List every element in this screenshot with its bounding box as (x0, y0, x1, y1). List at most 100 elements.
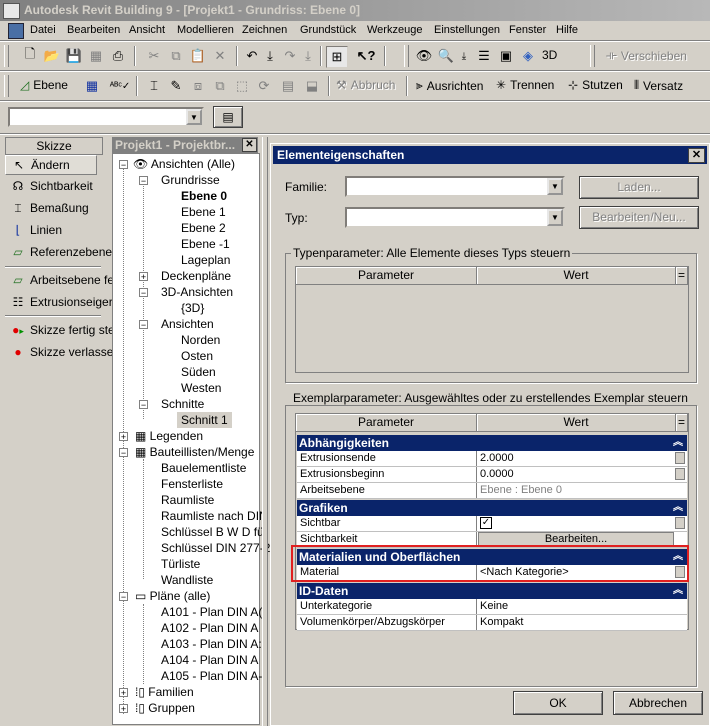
tree-node-osten[interactable]: Osten (181, 348, 213, 364)
load-button[interactable]: Laden... (579, 176, 699, 199)
visible-checkbox[interactable]: ✓ (480, 517, 492, 529)
tree-node-lageplan[interactable]: Lageplan (181, 252, 230, 268)
menu-werkzeuge[interactable]: Werkzeuge (367, 21, 422, 40)
view-eye-icon[interactable]: 👁 (414, 46, 434, 66)
group-icon[interactable]: ▤ (278, 76, 298, 96)
formula-column-header[interactable]: = (676, 267, 688, 285)
collapse-icon[interactable]: − (139, 320, 148, 330)
tree-node-schedule[interactable]: Türliste (161, 556, 200, 572)
zoom-icon[interactable]: 🔍 (436, 46, 456, 66)
collapse-chevron-icon[interactable]: ︽ (673, 435, 683, 451)
paste-icon[interactable]: 📋 (188, 46, 208, 66)
spellcheck-icon[interactable]: ᴬᴮᶜ✓ (110, 76, 131, 96)
tree-node-westen[interactable]: Westen (181, 380, 221, 396)
property-row[interactable]: Extrusionsende 2.0000 (297, 451, 687, 467)
collapse-icon[interactable]: − (119, 448, 128, 458)
category-id-data[interactable]: ID-Daten ︽ (297, 583, 687, 599)
cut-icon[interactable]: ✂ (144, 46, 164, 66)
category-constraints[interactable]: Abhängigkeiten ︽ (297, 435, 687, 451)
tree-node-sheet[interactable]: A102 - Plan DIN A (161, 620, 258, 636)
redo-dropdown-icon[interactable]: ⤓ (298, 46, 318, 66)
zoom-dropdown-icon[interactable]: ⤓ (454, 46, 474, 66)
tree-node-schedule[interactable]: Raumliste nach DIN (161, 508, 268, 524)
save-icon[interactable]: 💾 (64, 46, 84, 66)
property-value[interactable]: Keine (480, 599, 508, 614)
ok-button[interactable]: OK (513, 691, 603, 715)
expand-icon[interactable]: + (119, 704, 128, 714)
split-button[interactable]: ✳ Trennen (496, 78, 554, 92)
type-combo[interactable]: ▼ (345, 207, 565, 228)
tree-node-sheet[interactable]: A105 - Plan DIN A- (161, 668, 262, 684)
tree-node-sheet[interactable]: A103 - Plan DIN A: (161, 636, 262, 652)
tree-node-schedule[interactable]: Fensterliste (161, 476, 223, 492)
tree-node-ebene-2[interactable]: Ebene 2 (181, 220, 226, 236)
sketch-visibility-item[interactable]: ☊ Sichtbarkeit (11, 176, 93, 196)
sketch-refplane-item[interactable]: ▱ Referenzebene (11, 242, 112, 262)
menu-einstellungen[interactable]: Einstellungen (434, 21, 500, 40)
offset-button[interactable]: ⫴ Versatz (634, 78, 683, 93)
expand-icon[interactable]: + (119, 688, 128, 698)
tree-node-families[interactable]: ⁞▯ Familien (135, 684, 194, 700)
property-row[interactable]: Volumenkörper/Abzugskörper Kompakt (297, 615, 687, 631)
tree-node-schnitt-1[interactable]: Schnitt 1 (177, 412, 232, 428)
shading-icon[interactable]: ▣ (496, 46, 516, 66)
new-file-icon[interactable]: 🗋 (20, 46, 40, 66)
chevron-down-icon[interactable]: ▼ (186, 109, 202, 125)
category-graphics[interactable]: Grafiken ︽ (297, 500, 687, 516)
tree-node-groups[interactable]: ⁞▯ Gruppen (135, 700, 195, 716)
tree-node-deckenplaene[interactable]: Deckenpläne (161, 268, 231, 284)
collapse-icon[interactable]: − (139, 288, 148, 298)
abort-button[interactable]: ⚒ Abbruch (336, 78, 395, 92)
pick-icon[interactable]: ✎ (166, 76, 186, 96)
tree-node-schedule[interactable]: Raumliste (161, 492, 214, 508)
param-column-header[interactable]: Parameter (296, 267, 477, 285)
dimension-icon[interactable]: ⌶ (144, 76, 164, 96)
sketch-dimension-item[interactable]: ⌶ Bemaßung (11, 198, 88, 218)
formula-button[interactable] (675, 468, 685, 480)
menu-zeichnen[interactable]: Zeichnen (242, 21, 287, 40)
collapse-icon[interactable]: − (139, 176, 148, 186)
property-row[interactable]: Arbeitsebene Ebene : Ebene 0 (297, 483, 687, 499)
pin-icon[interactable]: ⬓ (302, 76, 322, 96)
chevron-down-icon[interactable]: ▼ (547, 178, 563, 195)
param-column-header[interactable]: Parameter (296, 414, 477, 432)
property-value[interactable]: Kompakt (480, 615, 523, 630)
print-icon[interactable]: ⎙ (108, 46, 128, 66)
sketch-modify-item[interactable]: ↖ Ändern (5, 155, 97, 175)
type-selector-combo[interactable]: ▼ (8, 107, 204, 127)
property-row[interactable]: Unterkategorie Keine (297, 599, 687, 615)
expand-icon[interactable]: + (119, 432, 128, 442)
align-button[interactable]: ⫸ Ausrichten (416, 78, 483, 93)
thin-lines-icon[interactable]: ☰ (474, 46, 494, 66)
collapse-icon[interactable]: − (139, 400, 148, 410)
tree-node-legenden[interactable]: ▦ Legenden (135, 428, 203, 444)
close-icon[interactable]: ✕ (688, 148, 705, 163)
collapse-chevron-icon[interactable]: ︽ (673, 500, 683, 516)
formula-column-header[interactable]: = (676, 414, 688, 432)
3d-view-label[interactable]: 3D (542, 48, 557, 62)
tree-node-sheets[interactable]: ▭ Pläne (alle) (135, 588, 210, 604)
expand-icon[interactable]: + (139, 272, 148, 282)
context-help-icon[interactable]: ↖? (356, 46, 376, 66)
menu-ansicht[interactable]: Ansicht (129, 21, 165, 40)
menu-bearbeiten[interactable]: Bearbeiten (67, 21, 120, 40)
sketch-lines-item[interactable]: ⌊ Linien (11, 220, 62, 240)
rotate-icon[interactable]: ⟳ (254, 76, 274, 96)
collapse-icon[interactable]: − (119, 592, 128, 602)
formula-button[interactable] (675, 452, 685, 464)
chevron-down-icon[interactable]: ▼ (547, 209, 563, 226)
tree-node-schedule[interactable]: Wandliste (161, 572, 213, 588)
3d-view-icon[interactable]: ◈ (518, 46, 538, 66)
tree-node-schedule[interactable]: Bauelementliste (161, 460, 246, 476)
tree-node-3d[interactable]: {3D} (181, 300, 204, 316)
visibility-edit-button[interactable]: Bearbeiten... (478, 532, 674, 546)
grid-icon[interactable]: ▦ (82, 76, 102, 96)
undo-dropdown-icon[interactable]: ⤓ (260, 46, 280, 66)
property-row[interactable]: Extrusionsbeginn 0.0000 (297, 467, 687, 483)
close-icon[interactable]: ✕ (242, 138, 257, 152)
tree-node-ebene-1[interactable]: Ebene 1 (181, 204, 226, 220)
copy-element-icon[interactable]: ⧉ (210, 76, 230, 96)
tree-node-views-all[interactable]: 👁 Ansichten (Alle) (133, 156, 235, 172)
collapse-chevron-icon[interactable]: ︽ (673, 583, 683, 599)
mirror-icon[interactable]: ⧈ (188, 76, 208, 96)
